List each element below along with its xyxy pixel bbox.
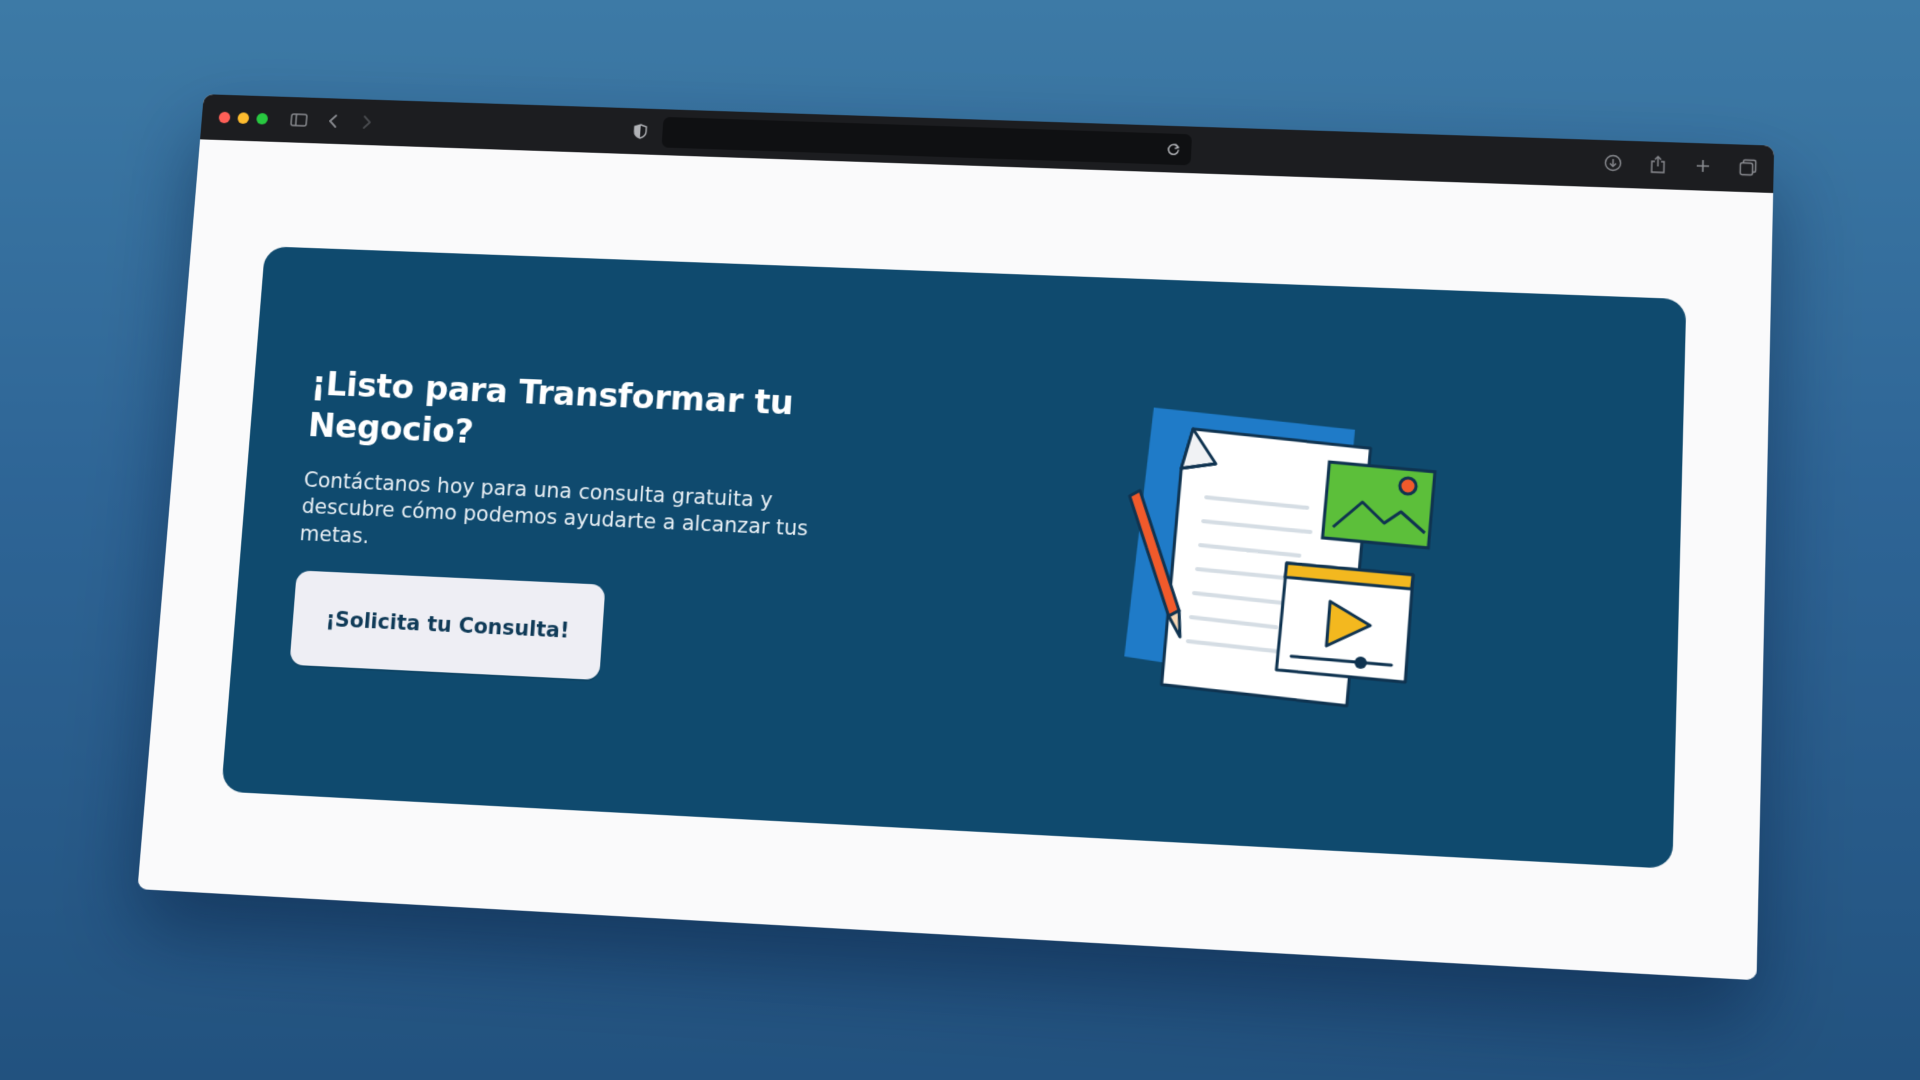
page-content: ¡Listo para Transformar tu Negocio? Cont…: [137, 139, 1773, 980]
close-icon[interactable]: [218, 112, 230, 124]
cta-description: Contáctanos hoy para una consulta gratui…: [299, 467, 811, 570]
tabs-overview-icon[interactable]: [1736, 156, 1759, 178]
sidebar-icon[interactable]: [288, 109, 310, 130]
forward-icon[interactable]: [356, 112, 378, 134]
privacy-shield-icon[interactable]: [629, 121, 652, 143]
cta-text-block: ¡Listo para Transformar tu Negocio? Cont…: [289, 363, 816, 689]
browser-window: ¡Listo para Transformar tu Negocio? Cont…: [137, 94, 1774, 980]
toolbar-right-actions: [1602, 152, 1760, 179]
image-card-icon: [1322, 462, 1435, 548]
download-icon[interactable]: [1602, 152, 1625, 174]
cta-banner: ¡Listo para Transformar tu Negocio? Cont…: [221, 246, 1686, 869]
documents-media-illustration: [1098, 396, 1478, 755]
zoom-icon[interactable]: [256, 113, 268, 125]
new-tab-icon[interactable]: [1691, 155, 1714, 177]
desktop-background: ¡Listo para Transformar tu Negocio? Cont…: [0, 0, 1920, 1080]
cta-title: ¡Listo para Transformar tu Negocio?: [307, 363, 817, 467]
request-consultation-button[interactable]: ¡Solicita tu Consulta!: [289, 570, 605, 680]
video-player-icon: [1276, 563, 1413, 683]
share-icon[interactable]: [1646, 153, 1669, 175]
reload-icon[interactable]: [1163, 139, 1184, 159]
minimize-icon[interactable]: [237, 112, 249, 124]
traffic-lights: [218, 112, 268, 125]
back-icon[interactable]: [322, 110, 344, 131]
